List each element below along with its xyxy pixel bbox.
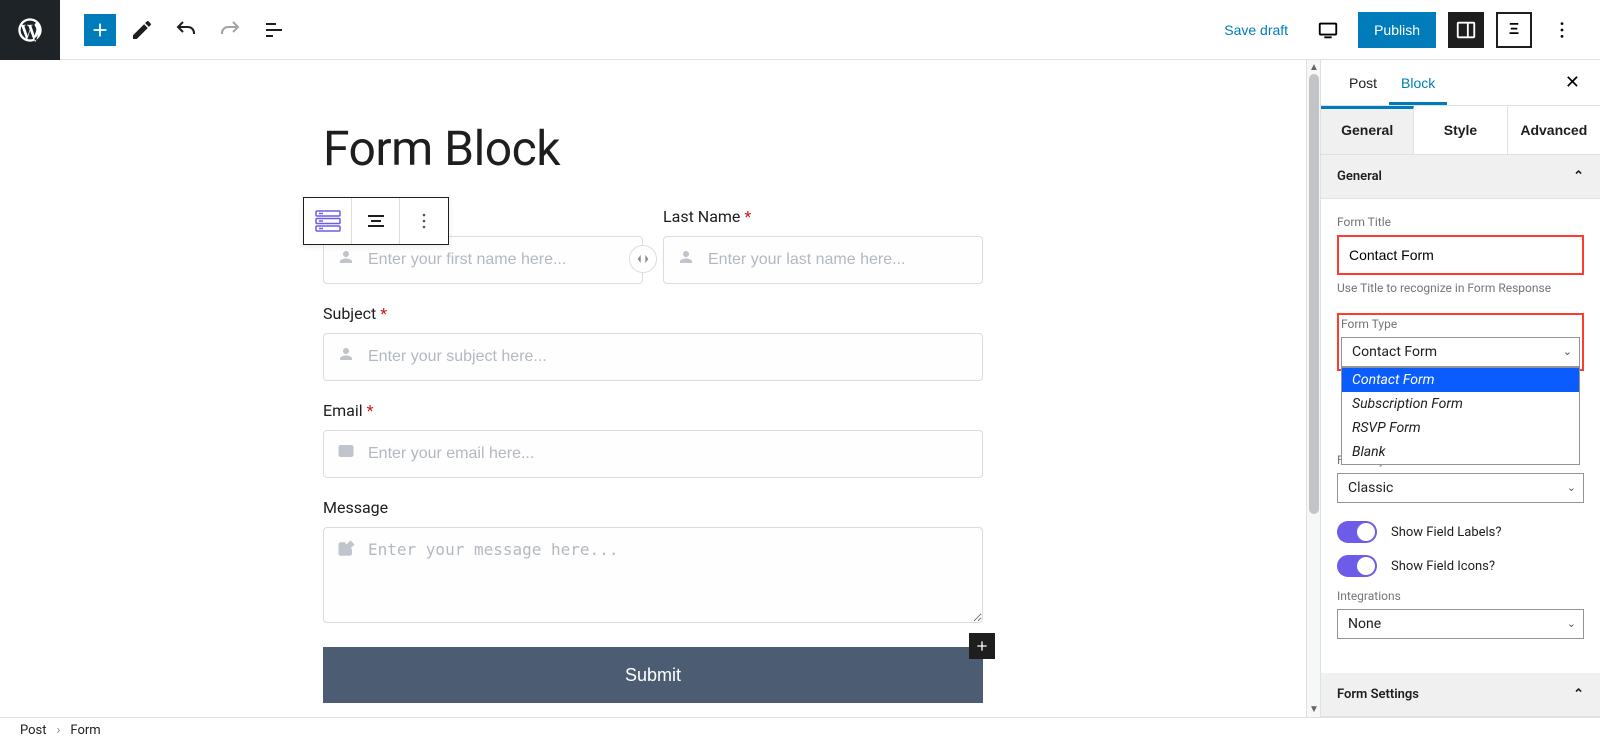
breadcrumb-post[interactable]: Post: [20, 723, 47, 738]
subtab-style[interactable]: Style: [1414, 106, 1507, 154]
toggle-show-icons[interactable]: [1337, 555, 1377, 577]
user-icon: [677, 248, 695, 270]
breadcrumb-form[interactable]: Form: [70, 723, 100, 738]
form-title-label: Form Title: [1337, 215, 1584, 229]
block-more-options[interactable]: [400, 198, 448, 244]
scroll-down-arrow[interactable]: ▼: [1309, 704, 1319, 715]
edit-icon: [337, 540, 355, 562]
scroll-thumb[interactable]: [1309, 74, 1319, 514]
form-title-input[interactable]: [1337, 235, 1584, 275]
integrations-select[interactable]: None: [1337, 609, 1584, 639]
form-type-select[interactable]: Contact Form: [1341, 337, 1580, 367]
wordpress-logo[interactable]: [0, 0, 60, 60]
chevron-up-icon: ⌃: [1573, 169, 1584, 184]
form-title-help: Use Title to recognize in Form Response: [1337, 281, 1584, 295]
scroll-up-arrow[interactable]: ▲: [1309, 62, 1319, 73]
tools-button[interactable]: [124, 12, 160, 48]
user-icon: [337, 345, 355, 367]
block-toolbar: [303, 197, 449, 245]
settings-sidebar-toggle[interactable]: [1448, 12, 1484, 48]
add-block-button[interactable]: [84, 14, 116, 46]
envelope-icon: [337, 442, 355, 464]
last-name-input[interactable]: [663, 236, 983, 284]
breadcrumb: Post › Form: [0, 717, 1600, 743]
chevron-up-icon: ⌃: [1573, 687, 1584, 702]
subtab-general[interactable]: General: [1321, 106, 1414, 154]
column-resize-handle[interactable]: [629, 245, 657, 273]
toggle-show-icons-label: Show Field Icons?: [1391, 559, 1495, 574]
panel-form-settings-toggle[interactable]: Form Settings ⌃: [1321, 673, 1600, 717]
user-icon: [337, 248, 355, 270]
form-type-option[interactable]: Subscription Form: [1342, 392, 1579, 416]
last-name-label: Last Name *: [663, 207, 983, 226]
panel-general-title: General: [1337, 169, 1382, 184]
publish-button[interactable]: Publish: [1358, 12, 1436, 48]
submit-button[interactable]: Submit: [323, 647, 983, 703]
save-draft-button[interactable]: Save draft: [1214, 16, 1298, 44]
toggle-show-labels[interactable]: [1337, 521, 1377, 543]
email-input[interactable]: [323, 430, 983, 478]
form-styles-select[interactable]: Classic: [1337, 473, 1584, 503]
form-type-dropdown: Contact Form Subscription Form RSVP Form…: [1341, 367, 1580, 465]
document-overview-button[interactable]: [256, 12, 292, 48]
form-type-option[interactable]: Blank: [1342, 440, 1579, 464]
add-field-button[interactable]: [969, 633, 995, 659]
align-button[interactable]: [352, 198, 400, 244]
plugin-panel-button[interactable]: Ξ: [1496, 12, 1532, 48]
undo-button[interactable]: [168, 12, 204, 48]
form-type-option[interactable]: Contact Form: [1342, 368, 1579, 392]
tab-block[interactable]: Block: [1389, 61, 1447, 105]
message-textarea[interactable]: [323, 527, 983, 623]
redo-button[interactable]: [212, 12, 248, 48]
subject-input[interactable]: [323, 333, 983, 381]
panel-form-settings-title: Form Settings: [1337, 687, 1419, 702]
post-title[interactable]: Form Block: [323, 120, 983, 177]
message-label: Message: [323, 498, 983, 517]
options-menu-button[interactable]: [1544, 12, 1580, 48]
panel-general-toggle[interactable]: General ⌃: [1321, 155, 1600, 199]
chevron-right-icon: ›: [57, 723, 61, 738]
integrations-label: Integrations: [1337, 589, 1584, 603]
email-label: Email *: [323, 401, 983, 420]
subtab-advanced[interactable]: Advanced: [1508, 106, 1600, 154]
subject-label: Subject *: [323, 304, 983, 323]
close-sidebar-button[interactable]: ✕: [1561, 68, 1584, 97]
form-type-label: Form Type: [1341, 317, 1580, 331]
editor-scrollbar[interactable]: ▲ ▼: [1306, 60, 1320, 717]
form-block-type-icon[interactable]: [304, 198, 352, 244]
preview-button[interactable]: [1310, 12, 1346, 48]
toggle-show-labels-label: Show Field Labels?: [1391, 525, 1502, 540]
tab-post[interactable]: Post: [1337, 61, 1389, 105]
form-type-option[interactable]: RSVP Form: [1342, 416, 1579, 440]
